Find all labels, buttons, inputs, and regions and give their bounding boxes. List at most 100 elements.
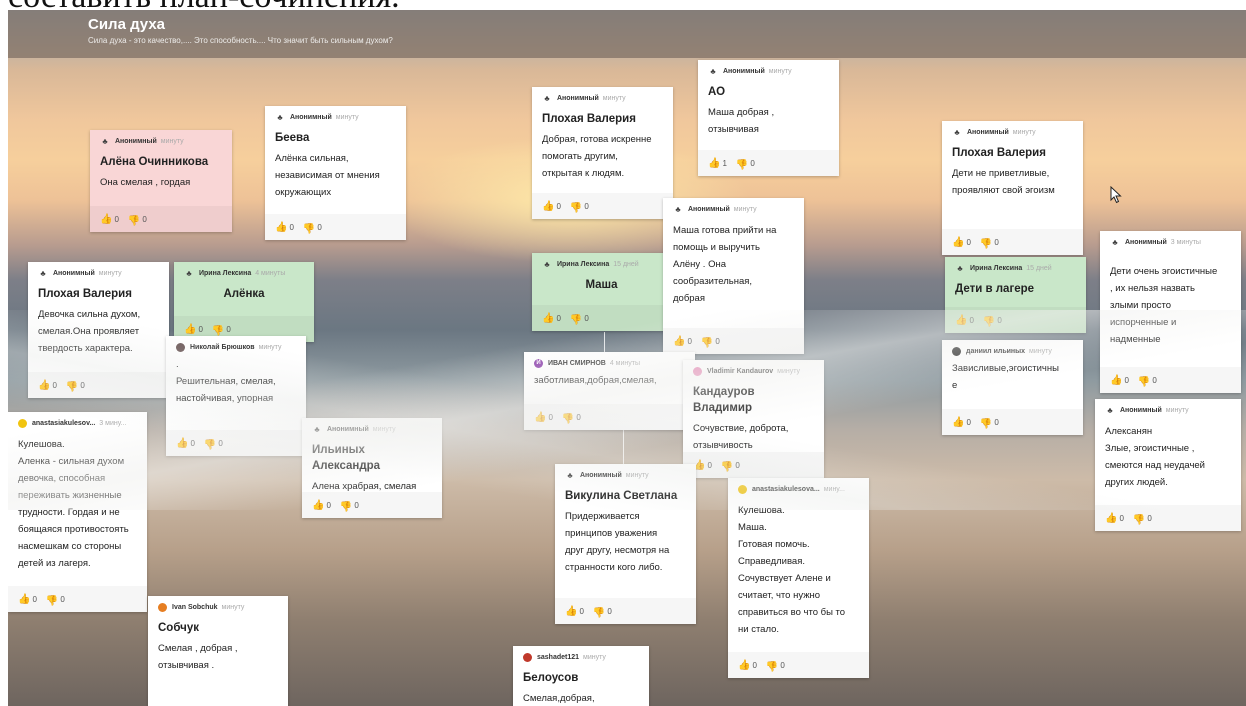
thumbs-up-icon: 👍 (176, 437, 189, 449)
like-button[interactable]: 👍 0 (673, 333, 692, 350)
like-button[interactable]: 👍 0 (100, 211, 119, 228)
post-time: 3 минуты (1170, 238, 1201, 246)
like-button[interactable]: 👍 0 (565, 603, 584, 620)
post-card[interactable]: Ivan Sobchuk минуту Собчук Смелая , добр… (148, 596, 288, 706)
like-count: 0 (548, 412, 553, 422)
like-button[interactable]: 👍 0 (275, 219, 294, 236)
dislike-button[interactable]: 👍 0 (593, 603, 612, 620)
dislike-button[interactable]: 👍 0 (983, 312, 1002, 329)
post-card[interactable]: sashadet121 минуту Белоусов Смелая,добра… (513, 646, 649, 706)
like-button[interactable]: 👍 1 (708, 155, 727, 172)
post-card[interactable]: ♣ Анонимный 3 минуты Дети очень эгоистич… (1100, 231, 1241, 393)
like-count: 1 (722, 158, 727, 168)
dislike-button[interactable]: 👍 0 (204, 435, 223, 452)
dislike-button[interactable]: 👍 0 (340, 497, 359, 514)
like-button[interactable]: 👍 0 (38, 377, 57, 394)
post-time: минуту (1029, 347, 1052, 355)
like-count: 0 (966, 417, 971, 427)
post-reactions: 👍 0 👍 0 (8, 586, 147, 612)
dislike-button[interactable]: 👍 0 (1133, 510, 1152, 527)
dislike-button[interactable]: 👍 0 (570, 198, 589, 215)
post-card[interactable]: ♣ Анонимный минуту Алексанян Злые, эгоис… (1095, 399, 1241, 531)
dislike-count: 0 (142, 214, 147, 224)
post-body: Она смелая , гордая (100, 177, 191, 188)
post-body: . Решительная, смелая, настойчивая, упор… (176, 359, 276, 404)
like-button[interactable]: 👍 0 (1105, 510, 1124, 527)
like-button[interactable]: 👍 0 (18, 591, 37, 608)
post-card[interactable]: Николай Брюшков минуту . Решительная, см… (166, 336, 306, 456)
post-card[interactable]: ♣ Ирина Лексина 4 минуты Алёнка 👍 0 👍 0 (174, 262, 314, 342)
dislike-button[interactable]: 👍 0 (980, 414, 999, 431)
post-card[interactable]: ♣ Анонимный минуту Плохая Валерия Девочк… (28, 262, 169, 398)
post-time: 15 дней (613, 260, 639, 268)
dislike-button[interactable]: 👍 0 (1138, 372, 1157, 389)
post-card[interactable]: anastasiakulesov... 3 мину... Кулешова. … (8, 412, 147, 612)
anonymous-avatar-icon: ♣ (675, 204, 681, 214)
dislike-button[interactable]: 👍 0 (570, 310, 589, 327)
post-time: минуту (583, 653, 606, 661)
like-button[interactable]: 👍 0 (738, 657, 757, 674)
like-count: 0 (1124, 375, 1129, 385)
post-card[interactable]: anastasiakulesova... мину... Кулешова. М… (728, 478, 869, 678)
post-title: Собчук (158, 622, 199, 634)
post-card[interactable]: И ИВАН СМИРНОВ 4 минуты заботливая,добра… (524, 352, 695, 430)
thumbs-down-icon: 👍 (339, 499, 353, 511)
post-card[interactable]: ♣ Ирина Лексина 15 дней Маша 👍 0 👍 0 (532, 253, 671, 331)
thumbs-up-icon: 👍 (708, 157, 721, 169)
post-author: даниил ильиных (966, 347, 1026, 355)
anonymous-avatar-icon: ♣ (314, 424, 320, 434)
like-button[interactable]: 👍 0 (176, 435, 195, 452)
dislike-count: 0 (994, 237, 999, 247)
post-card[interactable]: ♣ Анонимный минуту Ильиных Александра Ал… (302, 418, 442, 518)
like-button[interactable]: 👍 0 (312, 497, 331, 514)
dislike-button[interactable]: 👍 0 (562, 409, 581, 426)
user-avatar-icon (158, 602, 167, 612)
dislike-button[interactable]: 👍 0 (128, 211, 147, 228)
post-card[interactable]: ♣ Ирина Лексина 15 дней Дети в лагере 👍 0… (945, 257, 1086, 333)
thumbs-down-icon: 👍 (65, 379, 79, 391)
like-button[interactable]: 👍 0 (542, 310, 561, 327)
post-reactions: 👍 0 👍 0 (302, 492, 442, 518)
post-card[interactable]: ♣ Анонимный минуту Алёна Очинникова Она … (90, 130, 232, 232)
like-button[interactable]: 👍 0 (1110, 372, 1129, 389)
post-author: Анонимный (115, 137, 157, 145)
post-title: Дети в лагере (955, 283, 1035, 295)
user-avatar-icon: ♣ (544, 259, 550, 269)
post-card[interactable]: ♣ Анонимный минуту Викулина Светлана При… (555, 464, 696, 624)
dislike-button[interactable]: 👍 0 (46, 591, 65, 608)
dislike-button[interactable]: 👍 0 (303, 219, 322, 236)
post-time: минуту (1012, 128, 1036, 136)
post-card[interactable]: даниил ильиных минуту Зависливые,эгоисти… (942, 340, 1083, 435)
dislike-button[interactable]: 👍 0 (766, 657, 785, 674)
post-card[interactable]: ♣ Анонимный минуту Беева Алёнка сильная,… (265, 106, 406, 240)
post-header: Vladimir Kandaurov минуту (683, 360, 824, 376)
dislike-button[interactable]: 👍 0 (66, 377, 85, 394)
like-button[interactable]: 👍 0 (952, 414, 971, 431)
post-card[interactable]: ♣ Анонимный минуту Маша готова прийти на… (663, 198, 804, 354)
post-card[interactable]: ♣ Анонимный минуту Плохая Валерия Дети н… (942, 121, 1083, 255)
anonymous-avatar-icon: ♣ (567, 470, 573, 480)
like-count: 0 (707, 460, 712, 470)
dislike-button[interactable]: 👍 0 (980, 234, 999, 251)
anonymous-avatar-icon: ♣ (102, 136, 108, 146)
like-button[interactable]: 👍 0 (534, 409, 553, 426)
post-author: Vladimir Kandaurov (707, 367, 774, 375)
post-card[interactable]: Vladimir Kandaurov минуту Кандауров Влад… (683, 360, 824, 478)
post-reactions: 👍 0 👍 0 (532, 305, 671, 331)
dislike-button[interactable]: 👍 0 (721, 457, 740, 474)
like-button[interactable]: 👍 0 (184, 321, 203, 338)
thumbs-up-icon: 👍 (1110, 374, 1123, 386)
like-count: 0 (966, 237, 971, 247)
dislike-button[interactable]: 👍 0 (701, 333, 720, 350)
like-button[interactable]: 👍 0 (542, 198, 561, 215)
like-button[interactable]: 👍 0 (955, 312, 974, 329)
post-reactions: 👍 1 👍 0 (698, 150, 839, 176)
post-body: Смелая , добрая , отзывчивая . (158, 643, 238, 671)
thumbs-up-icon: 👍 (542, 200, 555, 212)
dislike-button[interactable]: 👍 0 (212, 321, 231, 338)
thumbs-down-icon: 👍 (735, 157, 749, 169)
dislike-button[interactable]: 👍 0 (736, 155, 755, 172)
post-card[interactable]: ♣ Анонимный минуту Плохая Валерия Добрая… (532, 87, 673, 219)
like-button[interactable]: 👍 0 (952, 234, 971, 251)
post-card[interactable]: ♣ Анонимный минуту АО Маша добрая , отзы… (698, 60, 839, 176)
